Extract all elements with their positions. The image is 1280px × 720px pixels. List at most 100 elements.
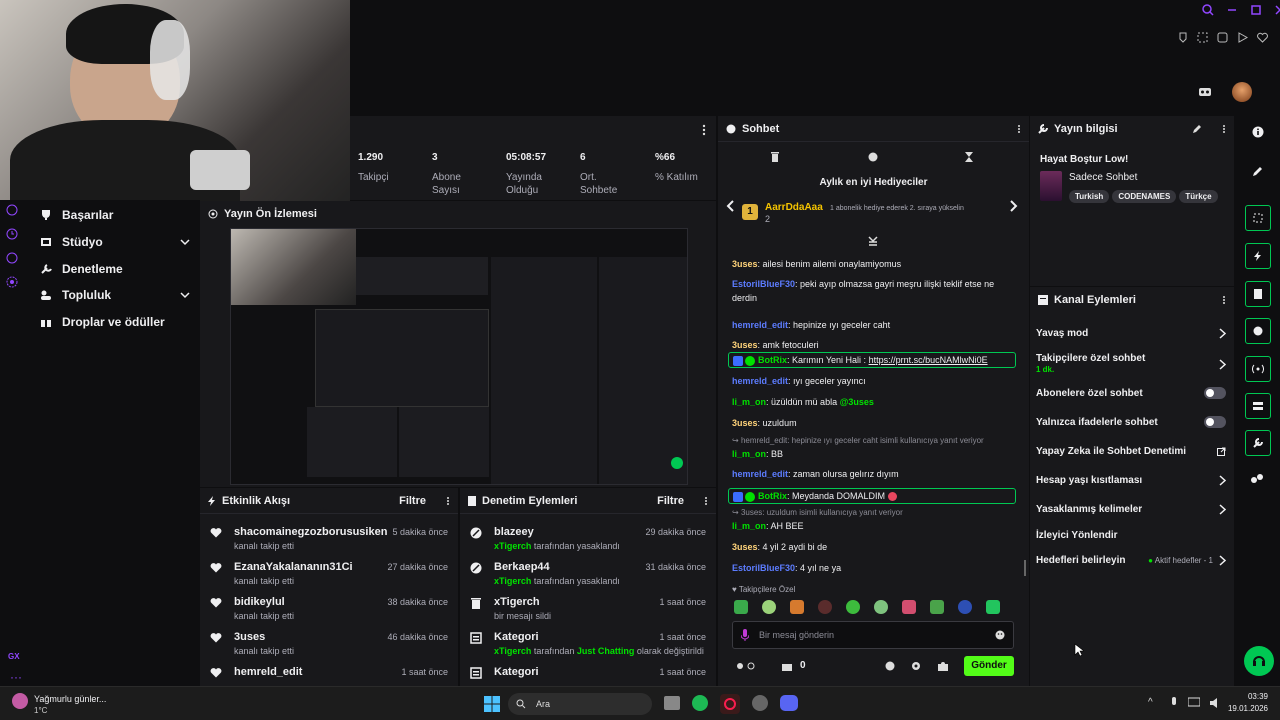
chat-username[interactable]: li_m_on [732, 397, 766, 407]
chat-input[interactable]: Bir mesaj gönderin [732, 621, 1014, 649]
more-icon[interactable] [704, 496, 708, 506]
tag[interactable]: Turkish [1069, 190, 1110, 203]
collapse-icon[interactable] [868, 236, 878, 246]
emote[interactable] [958, 600, 972, 614]
pin-icon[interactable] [1178, 32, 1188, 44]
followers-only-row[interactable]: Takipçilere özel sohbet 1 dk. [1036, 353, 1226, 375]
rail-button-wrench[interactable] [1245, 430, 1271, 456]
rail-button-broadcast[interactable] [1245, 356, 1271, 382]
chevron-up-icon[interactable]: ^ [1148, 697, 1153, 708]
activity-row[interactable]: shacomainegzozborususiken kanalı takip et… [200, 522, 458, 558]
mod-row[interactable]: blazeey xTigerch tarafından yasaklandı 29 … [460, 522, 716, 558]
ai-moderation-row[interactable]: Yapay Zeka ile Sohbet Denetimi [1036, 446, 1226, 457]
clock-icon[interactable] [6, 228, 18, 240]
emote[interactable] [790, 600, 804, 614]
more-icon[interactable] [1222, 295, 1226, 305]
emote[interactable] [818, 600, 832, 614]
more-icon[interactable] [446, 496, 450, 506]
slow-mode-row[interactable]: Yavaş mod [1036, 328, 1226, 339]
emote-only-toggle[interactable] [1204, 416, 1226, 428]
trash-icon[interactable] [770, 152, 780, 162]
send-button[interactable]: Gönder [964, 656, 1014, 676]
bubble-icon[interactable] [868, 152, 878, 162]
pencil-icon[interactable] [1192, 124, 1202, 134]
maximize-icon[interactable] [1250, 4, 1262, 16]
info-icon[interactable] [1252, 126, 1264, 138]
stream-category[interactable]: Sadece Sohbet [1069, 172, 1137, 183]
chat-username[interactable]: 3uses [732, 340, 758, 350]
filter-button[interactable]: Filtre [657, 495, 684, 507]
mod-row[interactable]: Kategori xTigerch tarafından Just Chattin… [460, 627, 716, 663]
nav-moderation[interactable]: Denetleme [40, 262, 190, 276]
rail-button-bolt[interactable] [1245, 243, 1271, 269]
chat-mention[interactable]: @3uses [840, 397, 874, 407]
monitor-icon[interactable] [1188, 697, 1200, 709]
chat-username[interactable]: li_m_on [732, 521, 766, 531]
emote[interactable] [846, 600, 860, 614]
chat-username[interactable]: 3uses [732, 542, 758, 552]
hourglass-icon[interactable] [964, 152, 974, 162]
rail-button-scan[interactable] [1245, 205, 1271, 231]
chat-icon[interactable] [6, 252, 18, 264]
chat-username[interactable]: hemreld_edit [732, 320, 788, 330]
activity-row[interactable]: 3uses kanalı takip etti 46 dakika önce [200, 627, 458, 663]
rail-button-chat[interactable] [1245, 318, 1271, 344]
chat-username[interactable]: hemreld_edit [732, 376, 788, 386]
chat-username[interactable]: li_m_on [732, 449, 766, 459]
minimize-icon[interactable] [1226, 4, 1238, 16]
more-icon[interactable] [1222, 124, 1226, 134]
windows-icon[interactable] [484, 696, 500, 712]
nav-achievements[interactable]: Başarılar [40, 208, 190, 222]
clock-date[interactable]: 19.01.2026 [1222, 704, 1268, 713]
chat-username[interactable]: 3uses [732, 259, 758, 269]
puzzle-icon[interactable] [937, 660, 950, 672]
nav-studio[interactable]: Stüdyo [40, 235, 190, 249]
tag[interactable]: CODENAMES [1112, 190, 1177, 203]
preview-video[interactable] [230, 228, 688, 485]
shield-icon[interactable] [1217, 32, 1228, 44]
nav-community[interactable]: Topluluk [40, 288, 190, 302]
gear-icon[interactable] [6, 276, 18, 288]
emote[interactable] [902, 600, 916, 614]
account-age-row[interactable]: Hesap yaşı kısıtlaması [1036, 475, 1226, 486]
rail-button-list[interactable] [1245, 393, 1271, 419]
category-thumbnail[interactable] [1040, 171, 1062, 201]
host-row[interactable]: İzleyici Yönlendir [1036, 530, 1226, 541]
bubble-icon[interactable] [885, 661, 895, 671]
more-icon[interactable] [1017, 124, 1021, 134]
emote[interactable] [734, 600, 748, 614]
chat-link[interactable]: https://prnt.sc/bucNAMlwNi0E [869, 355, 988, 365]
app-icon[interactable] [752, 695, 768, 711]
avatar[interactable] [1232, 82, 1252, 102]
goals-row[interactable]: Hedefleri belirleyin ● Aktif hedefler - 1 [1036, 555, 1226, 566]
vr-icon[interactable] [1198, 86, 1212, 98]
discord-icon[interactable] [780, 695, 798, 711]
chat-username[interactable]: BotRix [758, 355, 787, 365]
activity-row[interactable]: bidikeylul kanalı takip etti 38 dakika önc… [200, 592, 458, 628]
top-gifter-name[interactable]: AarrDdaAaa [765, 202, 823, 213]
chat-username[interactable]: 3uses [732, 418, 758, 428]
speaker-icon[interactable] [1210, 697, 1222, 709]
tag[interactable]: Türkçe [1179, 190, 1218, 203]
emote[interactable] [986, 600, 1000, 614]
activity-row[interactable]: EzanaYakalananın31Ci kanalı takip etti 27 … [200, 557, 458, 593]
clock-time[interactable]: 03:39 [1232, 692, 1268, 701]
users-icon[interactable] [736, 661, 760, 671]
mod-row[interactable]: Berkaep44 xTigerch tarafından yasaklandı 3… [460, 557, 716, 593]
emote[interactable] [762, 600, 776, 614]
more-dots-icon[interactable]: ··· [10, 670, 22, 684]
chevron-left-icon[interactable] [726, 200, 734, 212]
weather-title[interactable]: Yağmurlu günler... [34, 694, 106, 704]
rail-button-document[interactable] [1245, 281, 1271, 307]
nav-drops[interactable]: Droplar ve ödüller [40, 315, 190, 329]
emote[interactable] [874, 600, 888, 614]
chat-username[interactable]: BotRix [758, 491, 787, 501]
users-icon[interactable] [1250, 473, 1264, 485]
chat-username[interactable]: hemreld_edit [732, 469, 788, 479]
search-icon[interactable] [1202, 4, 1214, 16]
heart-icon[interactable] [1257, 32, 1268, 44]
close-icon[interactable] [1274, 4, 1280, 16]
circle-icon[interactable] [6, 204, 18, 216]
gift-icon[interactable] [782, 661, 792, 671]
emote[interactable] [930, 600, 944, 614]
